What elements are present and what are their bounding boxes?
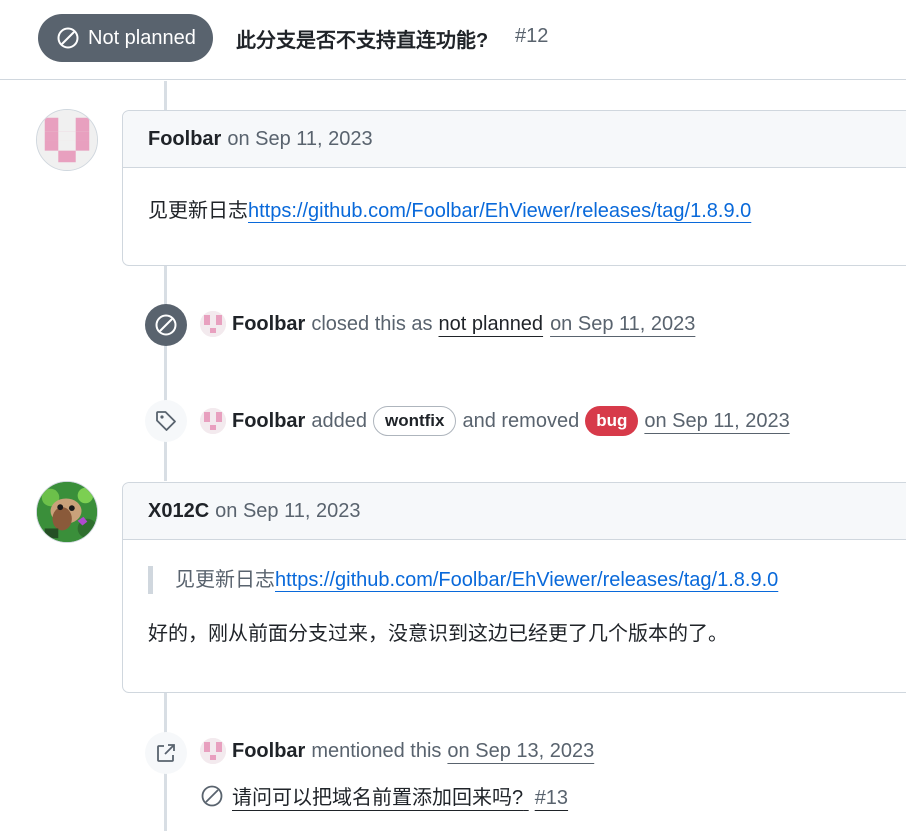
comment-text: 见更新日志 bbox=[148, 200, 248, 222]
comment-body: 见更新日志https://github.com/Foolbar/EhViewer… bbox=[123, 168, 906, 225]
close-reason: not planned bbox=[438, 312, 544, 335]
event-actor[interactable]: Foolbar bbox=[232, 740, 305, 763]
mentioned-event-badge bbox=[145, 732, 187, 774]
labeled-event-badge bbox=[145, 400, 187, 442]
avatar-x012c[interactable] bbox=[36, 481, 98, 543]
referenced-issue-number: #13 bbox=[534, 787, 569, 809]
closed-event: Foolbar closed this as not planned on Se… bbox=[200, 311, 695, 337]
event-removed-text: and removed bbox=[462, 409, 580, 432]
event-text: closed this as bbox=[311, 312, 433, 335]
timeline-line bbox=[164, 81, 167, 110]
avatar-foolbar[interactable] bbox=[36, 109, 98, 171]
quote-text: 见更新日志 bbox=[175, 569, 275, 591]
identicon-avatar bbox=[37, 110, 97, 170]
comment-box: Foolbar on Sep 11, 2023 见更新日志https://git… bbox=[122, 110, 906, 266]
comment-date[interactable]: on Sep 11, 2023 bbox=[227, 128, 372, 151]
release-link[interactable]: https://github.com/Foolbar/EhViewer/rele… bbox=[248, 200, 751, 222]
comment-author[interactable]: X012C bbox=[148, 500, 209, 523]
comment-date[interactable]: on Sep 11, 2023 bbox=[215, 500, 360, 523]
closed-event-badge bbox=[145, 304, 187, 346]
labeled-event: Foolbar added wontfix and removed bug on… bbox=[200, 406, 790, 436]
identicon-avatar bbox=[200, 408, 226, 434]
issue-header: Not planned 此分支是否不支持直连功能? #12 bbox=[0, 0, 906, 80]
comment-box: X012C on Sep 11, 2023 见更新日志https://githu… bbox=[122, 482, 906, 693]
timeline-line bbox=[164, 266, 167, 481]
actor-avatar[interactable] bbox=[200, 738, 226, 764]
actor-avatar[interactable] bbox=[200, 311, 226, 337]
issue-number: #12 bbox=[515, 25, 549, 47]
mentioned-event: Foolbar mentioned this on Sep 13, 2023 bbox=[200, 738, 594, 764]
label-wontfix[interactable]: wontfix bbox=[372, 406, 457, 436]
user-avatar-image bbox=[37, 482, 97, 542]
event-added-text: added bbox=[311, 409, 367, 432]
event-actor[interactable]: Foolbar bbox=[232, 313, 305, 336]
release-link[interactable]: https://github.com/Foolbar/EhViewer/rele… bbox=[275, 569, 778, 591]
comment-text: 好的，刚从前面分支过来，没意识到这边已经更了几个版本的了。 bbox=[148, 623, 728, 645]
referenced-issue-title: 请问可以把域名前置添加回来吗? bbox=[232, 787, 524, 809]
identicon-avatar bbox=[200, 311, 226, 337]
cross-reference-icon bbox=[157, 744, 175, 762]
tag-icon bbox=[156, 411, 176, 431]
event-actor[interactable]: Foolbar bbox=[232, 410, 305, 433]
state-label: Not planned bbox=[88, 26, 196, 49]
referenced-issue[interactable]: 请问可以把域名前置添加回来吗? #13 bbox=[200, 781, 568, 810]
skip-icon bbox=[155, 314, 177, 336]
referenced-issue-link[interactable]: 请问可以把域名前置添加回来吗? #13 bbox=[232, 781, 568, 810]
event-text: mentioned this bbox=[311, 739, 442, 762]
skip-icon bbox=[201, 785, 223, 806]
skip-icon bbox=[57, 27, 79, 49]
comment-body: 见更新日志https://github.com/Foolbar/EhViewer… bbox=[123, 540, 906, 648]
comment-header: X012C on Sep 11, 2023 bbox=[123, 483, 906, 540]
comment-header: Foolbar on Sep 11, 2023 bbox=[123, 111, 906, 168]
actor-avatar[interactable] bbox=[200, 408, 226, 434]
event-date[interactable]: on Sep 11, 2023 bbox=[644, 410, 789, 433]
comment-author[interactable]: Foolbar bbox=[148, 128, 221, 151]
event-date[interactable]: on Sep 13, 2023 bbox=[447, 740, 594, 763]
blockquote: 见更新日志https://github.com/Foolbar/EhViewer… bbox=[148, 566, 896, 594]
label-bug[interactable]: bug bbox=[585, 406, 639, 436]
state-badge: Not planned bbox=[38, 14, 213, 62]
identicon-avatar bbox=[200, 738, 226, 764]
event-date[interactable]: on Sep 11, 2023 bbox=[550, 313, 695, 336]
issue-title: 此分支是否不支持直连功能? bbox=[236, 30, 489, 52]
